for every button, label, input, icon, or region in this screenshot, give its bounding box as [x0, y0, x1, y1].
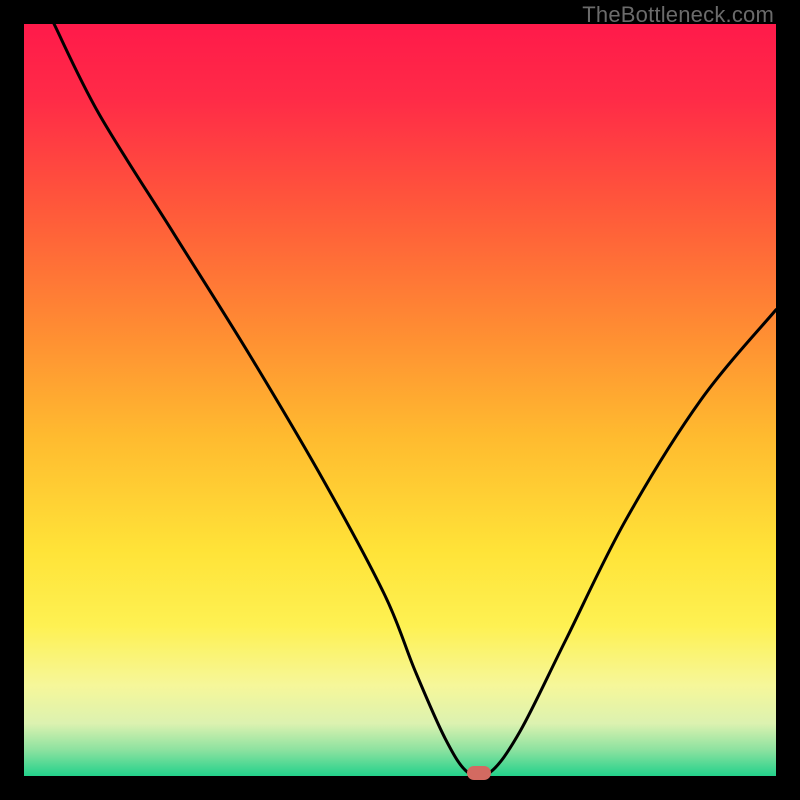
chart-frame — [24, 24, 776, 776]
curve-layer — [24, 24, 776, 776]
bottleneck-curve — [54, 24, 776, 776]
watermark-text: TheBottleneck.com — [582, 2, 774, 28]
optimal-marker — [467, 766, 491, 780]
